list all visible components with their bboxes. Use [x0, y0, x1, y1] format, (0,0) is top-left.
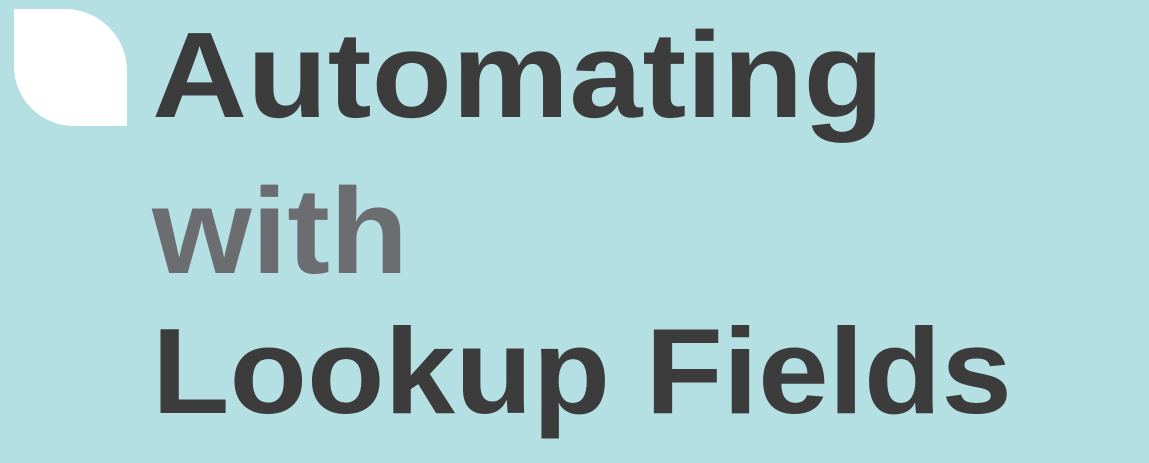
title-card: { "title": { "line1": "Automating", "lin… — [0, 0, 1149, 463]
title-line-lookup-fields: Lookup Fields — [152, 303, 1012, 439]
title-line-with: with — [152, 163, 409, 299]
leaf-logo-shape — [14, 9, 127, 126]
title-line-automating: Automating — [152, 7, 884, 143]
